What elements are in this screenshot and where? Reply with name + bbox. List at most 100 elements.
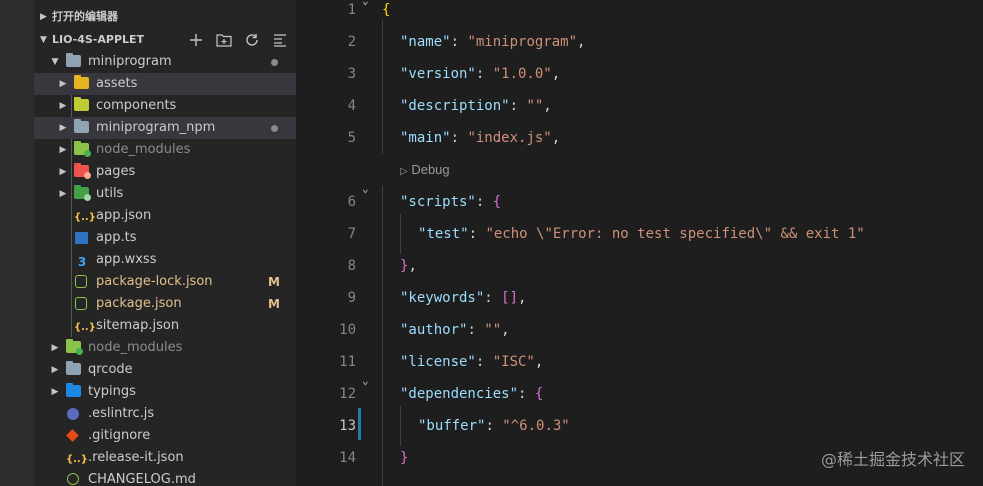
code-line: { [382,2,391,18]
line-number: 8 [347,258,356,274]
activity-bar [0,0,34,486]
code-line: } [400,450,409,466]
tree-item-qrcode[interactable]: ▶ qrcode [34,359,296,381]
tree-item-package-lock-json[interactable]: package-lock.json M [34,271,296,293]
tree-item-typings[interactable]: ▶ typings [34,381,296,403]
line-number: 10 [339,322,356,338]
line-number: 4 [347,98,356,114]
collapse-all-icon[interactable] [272,32,288,48]
chevron-right-icon: ▶ [51,365,59,375]
chevron-right-icon: ▶ [59,101,67,111]
code-editor[interactable]: 1 2 3 4 5 6 7 8 9 10 11 12 13 14 ⌄ ⌄ ⌄ {… [296,0,983,486]
tree-item-package-json[interactable]: package.json M [34,293,296,315]
git-file-icon [66,429,79,442]
npm-file-icon [75,297,87,310]
css-file-icon: 3 [77,255,87,269]
chevron-down-icon: ▼ [51,57,59,67]
line-number: 2 [347,34,356,50]
modified-dot-icon [271,125,278,132]
chevron-right-icon: ▶ [40,12,47,22]
tree-item-node-modules-inner[interactable]: ▶ node_modules [34,139,296,161]
typescript-file-icon [75,232,88,244]
tree-item-changelog[interactable]: CHANGELOG.md [34,469,296,486]
chevron-right-icon: ▶ [59,123,67,133]
chevron-right-icon: ▶ [59,145,67,155]
folder-open-icon [66,53,81,67]
explorer-sidebar: ▶ 打开的编辑器 ▼ LIO-4S-APPLET ▼ miniprogram ▶… [34,0,296,486]
chevron-right-icon: ▶ [59,189,67,199]
folder-node-icon [66,339,83,355]
npm-file-icon [75,275,87,288]
folder-typings-icon [66,383,81,397]
code-line: "dependencies": { [400,386,544,402]
tree-item-eslintrc[interactable]: .eslintrc.js [34,403,296,425]
tree-item-app-ts[interactable]: app.ts [34,227,296,249]
refresh-icon[interactable] [244,32,260,48]
line-number: 1 [347,2,356,18]
watermark: @稀土掘金技术社区 [820,450,965,469]
indent-guide [382,186,383,486]
play-icon: ▷ [400,166,408,177]
tree-item-miniprogram-npm[interactable]: ▶ miniprogram_npm [34,117,296,139]
folder-icon [66,361,81,375]
fold-chevron-icon[interactable]: ⌄ [362,182,369,195]
chevron-right-icon: ▶ [59,79,67,89]
change-indicator [358,408,361,440]
eslint-file-icon [67,408,79,420]
tree-item-gitignore[interactable]: .gitignore [34,425,296,447]
tree-item-release-it-json[interactable]: {..} .release-it.json [34,447,296,469]
code-line: "license": "ISC", [400,354,544,370]
new-file-icon[interactable] [188,32,204,48]
project-header[interactable]: ▼ LIO-4S-APPLET [34,29,296,51]
line-number: 9 [347,290,356,306]
fold-chevron-icon[interactable]: ⌄ [362,0,369,7]
code-line: "test": "echo \"Error: no test specified… [418,226,865,242]
new-folder-icon[interactable] [216,32,232,48]
line-number: 7 [347,226,356,242]
line-number: 13 [339,418,356,434]
tree-item-node-modules[interactable]: ▶ node_modules [34,337,296,359]
debug-codelens[interactable]: ▷ Debug [400,160,450,180]
modified-badge: M [268,275,280,289]
folder-utils-icon [74,185,91,201]
chevron-right-icon: ▶ [51,343,59,353]
folder-components-icon [74,97,89,111]
tree-item-app-json[interactable]: {..} app.json [34,205,296,227]
explorer-actions [188,29,288,51]
line-number: 6 [347,194,356,210]
tree-item-utils[interactable]: ▶ utils [34,183,296,205]
changelog-file-icon [67,473,79,485]
indent-guide [400,214,401,254]
chevron-right-icon: ▶ [59,167,67,177]
chevron-right-icon: ▶ [51,387,59,397]
fold-chevron-icon[interactable]: ⌄ [362,374,369,387]
code-line: "keywords": [], [400,290,527,306]
json-file-icon: {..} [74,212,96,223]
tree-item-app-wxss[interactable]: 3 app.wxss [34,249,296,271]
line-number: 14 [339,450,356,466]
tree-item-assets[interactable]: ▶ assets [34,73,296,95]
tree-item-components[interactable]: ▶ components [34,95,296,117]
tree-item-miniprogram[interactable]: ▼ miniprogram [34,51,296,73]
code-line: "scripts": { [400,194,502,210]
folder-icon [74,119,89,133]
tree-item-pages[interactable]: ▶ pages [34,161,296,183]
line-number: 12 [339,386,356,402]
indent-guide [382,20,383,154]
code-line: "buffer": "^6.0.3" [418,418,570,434]
code-line: "description": "", [400,98,552,114]
line-number: 11 [339,354,356,370]
folder-pages-icon [74,163,91,179]
line-number: 3 [347,66,356,82]
tree-item-sitemap-json[interactable]: {..} sitemap.json [34,315,296,337]
json-file-icon: {..} [74,322,96,333]
code-line: "author": "", [400,322,510,338]
code-line: "version": "1.0.0", [400,66,561,82]
indent-guide [400,406,401,446]
modified-dot-icon [271,59,278,66]
folder-node-icon [74,141,91,157]
modified-badge: M [268,297,280,311]
code-line: "name": "miniprogram", [400,34,586,50]
open-editors-header[interactable]: ▶ 打开的编辑器 [34,6,296,28]
folder-assets-icon [74,75,89,89]
